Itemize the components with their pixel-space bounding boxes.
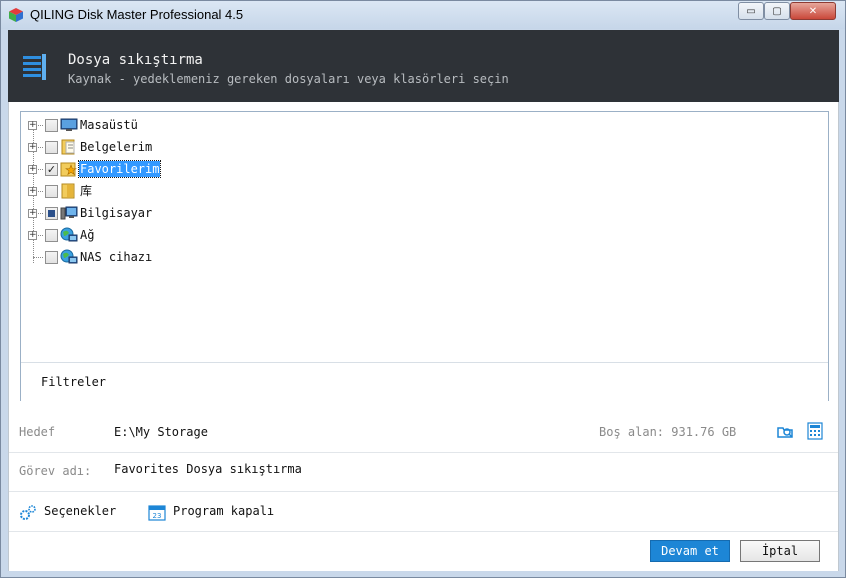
page-subtitle: Kaynak - yedeklemeniz gereken dosyaları … bbox=[68, 72, 509, 86]
tree-item-label[interactable]: Favorilerim bbox=[77, 160, 162, 178]
tree-item-checkbox[interactable] bbox=[45, 229, 58, 242]
minimize-icon: ▭ bbox=[746, 5, 756, 17]
library-folder-icon bbox=[61, 183, 75, 199]
close-icon: ✕ bbox=[808, 5, 818, 17]
tree-item-network[interactable]: + Ağ bbox=[21, 225, 321, 245]
cancel-button[interactable]: İptal bbox=[740, 540, 820, 562]
divider bbox=[9, 491, 838, 492]
options-button[interactable]: Seçenekler bbox=[19, 502, 129, 522]
tree-item-label[interactable]: NAS cihazı bbox=[79, 249, 153, 265]
task-name-input[interactable]: Favorites Dosya sıkıştırma bbox=[114, 462, 302, 476]
tree-item-label[interactable]: 库 bbox=[79, 183, 93, 199]
schedule-button[interactable]: 23 Program kapalı bbox=[148, 502, 278, 522]
schedule-label: Program kapalı bbox=[173, 504, 275, 518]
tree-item-nas[interactable]: NAS cihazı bbox=[21, 247, 321, 267]
minimize-button[interactable]: ▭ bbox=[738, 2, 764, 20]
title-bar[interactable]: QILING Disk Master Professional 4.5 ▭ ▢ … bbox=[1, 1, 845, 29]
expand-icon[interactable]: + bbox=[28, 143, 37, 152]
browse-destination-icon[interactable] bbox=[776, 422, 794, 440]
destination-path[interactable]: E:\My Storage bbox=[114, 425, 208, 439]
network-icon bbox=[60, 227, 78, 242]
page-title: Dosya sıkıştırma bbox=[68, 52, 203, 68]
tree-item-documents[interactable]: + Belgelerim bbox=[21, 137, 321, 157]
favorites-folder-icon bbox=[60, 162, 77, 177]
tree-item-computer[interactable]: + Bilgisayar bbox=[21, 203, 321, 223]
expand-icon[interactable]: + bbox=[28, 187, 37, 196]
maximize-button[interactable]: ▢ bbox=[764, 2, 790, 20]
svg-text:23: 23 bbox=[153, 512, 162, 520]
tree-item-checkbox[interactable] bbox=[45, 141, 58, 154]
documents-folder-icon bbox=[61, 139, 75, 155]
calendar-icon: 23 bbox=[148, 505, 166, 521]
window-title: QILING Disk Master Professional 4.5 bbox=[30, 7, 244, 22]
divider bbox=[9, 452, 838, 453]
tree-item-label[interactable]: Belgelerim bbox=[79, 139, 153, 155]
expand-icon[interactable]: + bbox=[28, 165, 37, 174]
tree-item-checkbox[interactable] bbox=[45, 119, 58, 132]
tree-item-label[interactable]: Masaüstü bbox=[79, 117, 139, 133]
next-button[interactable]: Devam et bbox=[650, 540, 730, 562]
maximize-icon: ▢ bbox=[772, 5, 782, 17]
options-label: Seçenekler bbox=[44, 504, 117, 518]
calculator-icon[interactable] bbox=[806, 422, 824, 440]
tree-item-favorites[interactable]: + ✓ Favorilerim bbox=[21, 159, 321, 179]
free-space-label: Boş alan: 931.76 GB bbox=[599, 425, 737, 439]
filters-link[interactable]: Filtreler bbox=[41, 375, 106, 389]
app-window: QILING Disk Master Professional 4.5 ▭ ▢ … bbox=[0, 0, 846, 578]
gear-icon bbox=[20, 505, 36, 520]
expand-icon[interactable]: + bbox=[28, 209, 37, 218]
tree-item-label[interactable]: Bilgisayar bbox=[79, 205, 153, 221]
tree-branch-line bbox=[33, 257, 43, 258]
desktop-icon bbox=[60, 118, 78, 131]
computer-icon bbox=[60, 206, 78, 220]
nas-device-icon bbox=[60, 249, 78, 264]
destination-label: Hedef bbox=[19, 425, 56, 439]
expand-icon[interactable]: + bbox=[28, 231, 37, 240]
divider bbox=[9, 531, 838, 532]
expand-icon[interactable]: + bbox=[28, 121, 37, 130]
tree-item-label[interactable]: Ağ bbox=[79, 227, 95, 243]
compress-icon bbox=[23, 54, 46, 80]
close-button[interactable]: ✕ bbox=[790, 2, 836, 20]
wizard-header: Dosya sıkıştırma Kaynak - yedeklemeniz g… bbox=[8, 30, 839, 102]
filter-bar: Filtreler bbox=[21, 362, 828, 401]
tree-item-checkbox[interactable] bbox=[45, 251, 58, 264]
task-name-label: Görev adı: bbox=[19, 464, 92, 478]
tree-item-library[interactable]: + 库 bbox=[21, 181, 321, 201]
tree-item-desktop[interactable]: + Masaüstü bbox=[21, 115, 321, 135]
main-content: + Masaüstü + Belgelerim + ✓ Favorilerim … bbox=[8, 102, 839, 571]
tree-item-checkbox-checked[interactable]: ✓ bbox=[45, 163, 58, 176]
app-logo-icon bbox=[9, 8, 23, 22]
tree-item-checkbox-partial[interactable] bbox=[45, 207, 58, 220]
source-tree-panel: + Masaüstü + Belgelerim + ✓ Favorilerim … bbox=[20, 111, 829, 401]
tree-item-checkbox[interactable] bbox=[45, 185, 58, 198]
